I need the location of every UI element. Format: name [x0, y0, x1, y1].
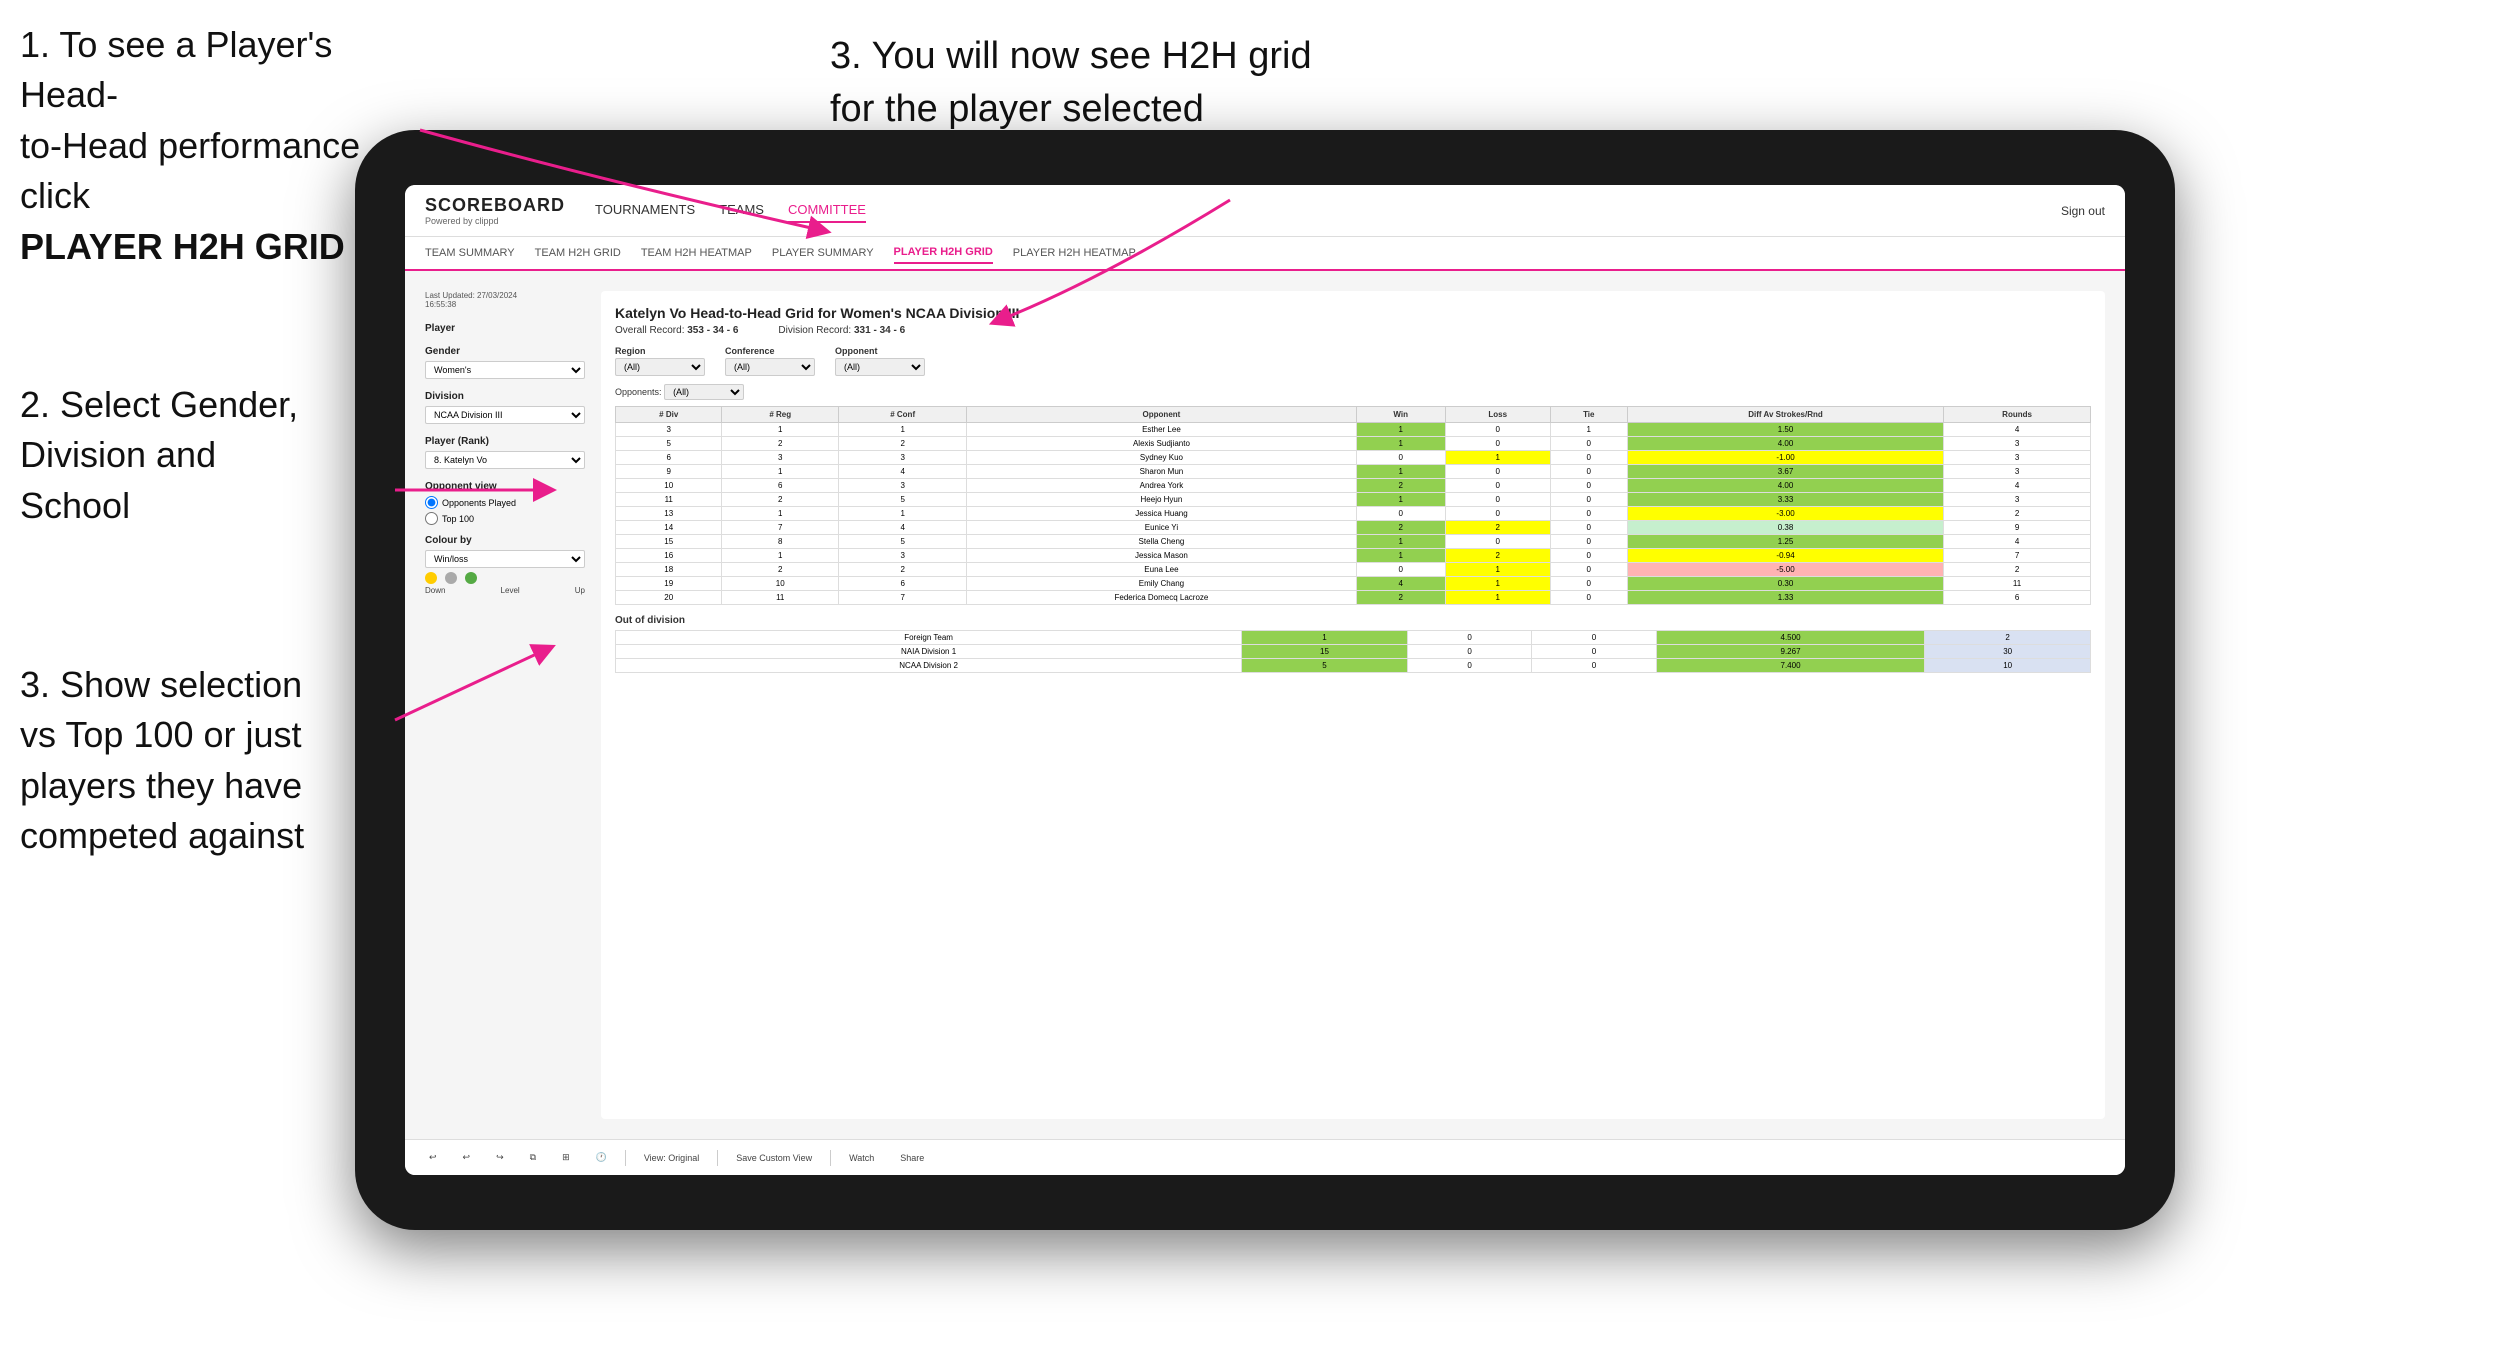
- right-panel: Katelyn Vo Head-to-Head Grid for Women's…: [601, 291, 2105, 1119]
- th-rounds: Rounds: [1944, 407, 2091, 423]
- subnav-team-h2h-grid[interactable]: TEAM H2H GRID: [535, 243, 621, 263]
- radio-opponents-played: Opponents Played: [425, 496, 585, 509]
- toolbar-sep3: [830, 1150, 831, 1166]
- redo-btn[interactable]: ↪: [488, 1149, 512, 1166]
- division-section: Division NCAA Division III NCAA Division…: [425, 391, 585, 424]
- overall-record: Overall Record: 353 - 34 - 6: [615, 325, 738, 336]
- radio-top100-input[interactable]: [425, 512, 438, 525]
- colour-dot-down: [425, 572, 437, 584]
- colour-dot-level: [445, 572, 457, 584]
- sub-nav: TEAM SUMMARY TEAM H2H GRID TEAM H2H HEAT…: [405, 237, 2125, 271]
- instruction-step3-right: 3. You will now see H2H grid for the pla…: [830, 30, 1430, 136]
- th-div: # Div: [616, 407, 722, 423]
- main-content: Last Updated: 27/03/2024 16:55:38 Player…: [405, 271, 2125, 1139]
- gender-select[interactable]: Women's Men's: [425, 361, 585, 379]
- th-loss: Loss: [1445, 407, 1550, 423]
- instruction-step2: 2. Select Gender, Division and School: [20, 380, 400, 531]
- colour-dot-up: [465, 572, 477, 584]
- record-line: Overall Record: 353 - 34 - 6 Division Re…: [615, 325, 2091, 336]
- player-rank-section: Player (Rank) 8. Katelyn Vo: [425, 436, 585, 469]
- th-tie: Tie: [1550, 407, 1627, 423]
- colour-legend-labels: Down Level Up: [425, 586, 585, 595]
- out-of-division-table: Foreign Team1004.5002NAIA Division 11500…: [615, 630, 2091, 673]
- toolbar-sep2: [717, 1150, 718, 1166]
- player-rank-select[interactable]: 8. Katelyn Vo: [425, 451, 585, 469]
- save-custom-btn[interactable]: Save Custom View: [728, 1150, 820, 1166]
- undo2-btn[interactable]: ↩: [455, 1149, 479, 1166]
- conference-select[interactable]: (All): [725, 358, 815, 376]
- division-select[interactable]: NCAA Division III NCAA Division I: [425, 406, 585, 424]
- colour-section: Colour by Win/loss Down Level Up: [425, 535, 585, 595]
- subnav-player-summary[interactable]: PLAYER SUMMARY: [772, 243, 874, 263]
- opponent-filter-group: Opponent (All): [835, 346, 925, 376]
- opponent-view-label: Opponent view: [425, 481, 585, 492]
- nav-links: TOURNAMENTS TEAMS COMMITTEE: [595, 198, 2061, 223]
- nav-tournaments[interactable]: TOURNAMENTS: [595, 198, 695, 223]
- conference-filter-group: Conference (All): [725, 346, 815, 376]
- nav-bar: SCOREBOARD Powered by clippd TOURNAMENTS…: [405, 185, 2125, 237]
- sign-out[interactable]: Sign out: [2061, 204, 2105, 218]
- player-section: Player: [425, 323, 585, 334]
- filter-row: Region (All) Conference (All) Opponent: [615, 346, 2091, 376]
- gender-label: Gender: [425, 346, 585, 357]
- copy-btn[interactable]: ⧉: [522, 1149, 544, 1166]
- subnav-player-h2h-heatmap[interactable]: PLAYER H2H HEATMAP: [1013, 243, 1136, 263]
- player-label: Player: [425, 323, 585, 334]
- opponents-label: Opponents: (All): [615, 384, 2091, 400]
- last-updated: Last Updated: 27/03/2024 16:55:38: [425, 291, 585, 309]
- opponent-view-section: Opponent view Opponents Played Top 100: [425, 481, 585, 525]
- watch-btn[interactable]: Watch: [841, 1150, 882, 1166]
- logo-sub: Powered by clippd: [425, 216, 565, 226]
- undo-btn[interactable]: ↩: [421, 1149, 445, 1166]
- toolbar-sep: [625, 1150, 626, 1166]
- subnav-player-h2h-grid[interactable]: PLAYER H2H GRID: [894, 242, 993, 264]
- colour-legend: [425, 572, 585, 584]
- left-panel: Last Updated: 27/03/2024 16:55:38 Player…: [425, 291, 585, 1119]
- th-diff: Diff Av Strokes/Rnd: [1627, 407, 1943, 423]
- view-original-btn[interactable]: View: Original: [636, 1150, 707, 1166]
- th-win: Win: [1356, 407, 1445, 423]
- th-opponent: Opponent: [967, 407, 1356, 423]
- radio-opponents-played-input[interactable]: [425, 496, 438, 509]
- opponents-all-select[interactable]: (All): [664, 384, 744, 400]
- logo-area: SCOREBOARD Powered by clippd: [425, 195, 565, 226]
- nav-teams[interactable]: TEAMS: [719, 198, 764, 223]
- radio-top100: Top 100: [425, 512, 585, 525]
- logo-text: SCOREBOARD: [425, 195, 565, 216]
- th-conf: # Conf: [839, 407, 967, 423]
- colour-select[interactable]: Win/loss: [425, 550, 585, 568]
- subnav-team-h2h-heatmap[interactable]: TEAM H2H HEATMAP: [641, 243, 752, 263]
- division-record: Division Record: 331 - 34 - 6: [778, 325, 905, 336]
- out-of-division-header: Out of division: [615, 615, 2091, 626]
- h2h-table: # Div # Reg # Conf Opponent Win Loss Tie…: [615, 406, 2091, 605]
- colour-label: Colour by: [425, 535, 585, 546]
- h2h-title: Katelyn Vo Head-to-Head Grid for Women's…: [615, 305, 2091, 321]
- clock-btn[interactable]: 🕐: [588, 1149, 615, 1166]
- tablet-screen: SCOREBOARD Powered by clippd TOURNAMENTS…: [405, 185, 2125, 1175]
- division-label: Division: [425, 391, 585, 402]
- nav-committee[interactable]: COMMITTEE: [788, 198, 866, 223]
- tablet-frame: SCOREBOARD Powered by clippd TOURNAMENTS…: [355, 130, 2175, 1230]
- player-rank-label: Player (Rank): [425, 436, 585, 447]
- th-reg: # Reg: [722, 407, 839, 423]
- paste-btn[interactable]: ⊞: [554, 1149, 578, 1166]
- region-select[interactable]: (All): [615, 358, 705, 376]
- share-btn[interactable]: Share: [892, 1150, 932, 1166]
- gender-section: Gender Women's Men's: [425, 346, 585, 379]
- region-filter-group: Region (All): [615, 346, 705, 376]
- bottom-toolbar: ↩ ↩ ↪ ⧉ ⊞ 🕐 View: Original Save Custom V…: [405, 1139, 2125, 1175]
- opponent-select[interactable]: (All): [835, 358, 925, 376]
- subnav-team-summary[interactable]: TEAM SUMMARY: [425, 243, 515, 263]
